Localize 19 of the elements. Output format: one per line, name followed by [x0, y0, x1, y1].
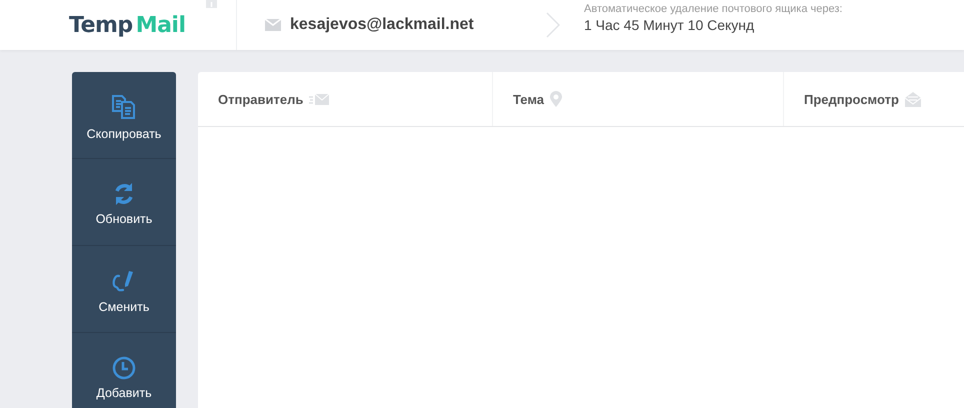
- documents-icon: [110, 93, 138, 121]
- pin-icon: [550, 91, 562, 107]
- sidebar-button[interactable]: Добавить: [72, 333, 176, 408]
- timer-label: Автоматическое удаление почтового ящика через:: [584, 3, 842, 15]
- open-envelope-icon: [904, 91, 921, 107]
- clock-icon: [112, 356, 136, 380]
- info-icon[interactable]: [206, 0, 217, 8]
- timer-value: 1 Час 45 Минут 10 Секунд: [584, 17, 756, 33]
- logo[interactable]: Temp Mail: [69, 12, 186, 38]
- envelope-icon: [309, 94, 330, 104]
- column-title: Предпросмотр: [804, 92, 899, 106]
- column-title: Тема: [513, 92, 544, 106]
- sidebar-button[interactable]: Скопировать: [72, 72, 176, 159]
- column-title: Отправитель: [218, 92, 304, 106]
- sidebar-button[interactable]: Обновить: [72, 159, 176, 246]
- sidebar-button[interactable]: Сменить: [72, 246, 176, 333]
- envelope-icon: [265, 19, 281, 31]
- chevron-icon: [546, 12, 560, 38]
- email-address: kesajevos@lackmail.net: [290, 16, 474, 34]
